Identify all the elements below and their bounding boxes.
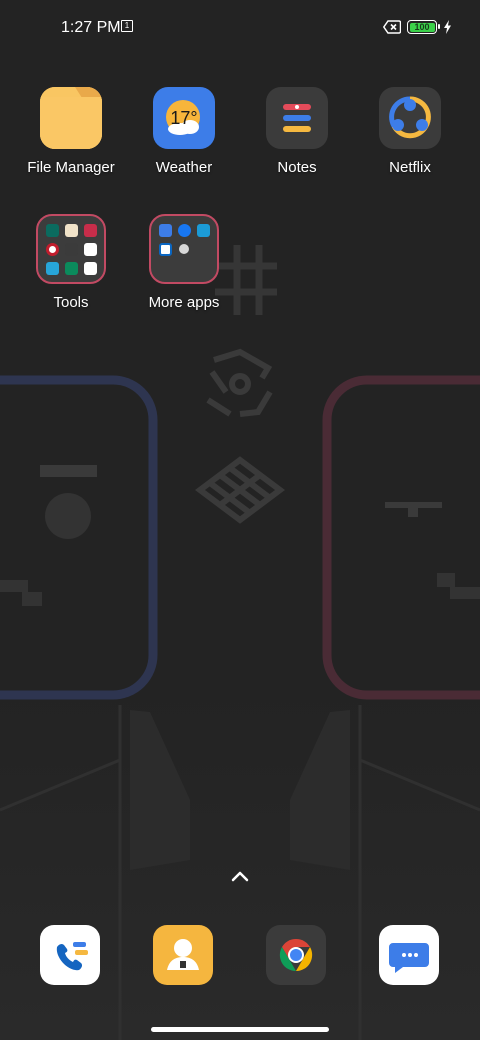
- status-icons: 100: [383, 20, 452, 34]
- mini-app-icon: [159, 224, 172, 237]
- weather-temperature: 17°: [170, 108, 198, 128]
- chrome-icon: [279, 938, 313, 972]
- app-weather[interactable]: 17° Weather: [128, 87, 240, 176]
- notes-icon: [266, 87, 328, 149]
- mini-app-icon: [84, 224, 97, 237]
- mini-app-icon: [65, 224, 78, 237]
- folder-label: More apps: [148, 294, 220, 311]
- app-label: Netflix: [389, 159, 431, 176]
- weather-icon: 17°: [153, 87, 215, 149]
- mini-app-icon: [46, 243, 59, 256]
- contacts-icon: [167, 939, 199, 970]
- app-file-manager[interactable]: File Manager: [15, 87, 127, 176]
- app-netflix[interactable]: Netflix: [354, 87, 466, 176]
- app-label: Weather: [155, 159, 213, 176]
- home-indicator[interactable]: [151, 1027, 329, 1032]
- phone-icon: [56, 942, 88, 971]
- status-time: 1:27 PM: [61, 19, 121, 36]
- dock-contacts-app[interactable]: [153, 925, 213, 985]
- folder-more-apps[interactable]: More apps: [128, 214, 240, 311]
- no-sim-icon: [383, 20, 401, 34]
- battery-level: 100: [409, 22, 435, 32]
- app-label: File Manager: [27, 159, 115, 176]
- linkedin-icon: [159, 243, 172, 256]
- status-bar: 1:27 PM 1 100: [0, 0, 480, 56]
- dock-phone-app[interactable]: [40, 925, 100, 985]
- mini-app-icon: [46, 262, 59, 275]
- sim-card-icon: 1: [121, 20, 133, 32]
- folder-label: Tools: [53, 294, 89, 311]
- chevron-up-icon[interactable]: [229, 868, 251, 884]
- messages-icon: [389, 943, 429, 973]
- folder-preview-icon: [149, 214, 219, 284]
- facebook-icon: [178, 224, 191, 237]
- mini-app-icon: [84, 262, 97, 275]
- share-nodes-icon: [379, 87, 441, 149]
- mini-app-icon: [84, 243, 97, 256]
- mini-app-icon: [46, 224, 59, 237]
- folder-icon: [40, 87, 102, 149]
- folder-preview-icon: [36, 214, 106, 284]
- mini-app-icon: [65, 262, 78, 275]
- app-notes[interactable]: Notes: [241, 87, 353, 176]
- charging-bolt-icon: [444, 20, 451, 34]
- app-label: Notes: [277, 159, 317, 176]
- mini-app-icon: [197, 224, 210, 237]
- gear-icon: [179, 244, 189, 254]
- dock-chrome-app[interactable]: [266, 925, 326, 985]
- folder-tools[interactable]: Tools: [15, 214, 127, 311]
- dock-messages-app[interactable]: [379, 925, 439, 985]
- battery-icon: 100: [407, 20, 440, 34]
- mini-app-icon: [65, 243, 78, 256]
